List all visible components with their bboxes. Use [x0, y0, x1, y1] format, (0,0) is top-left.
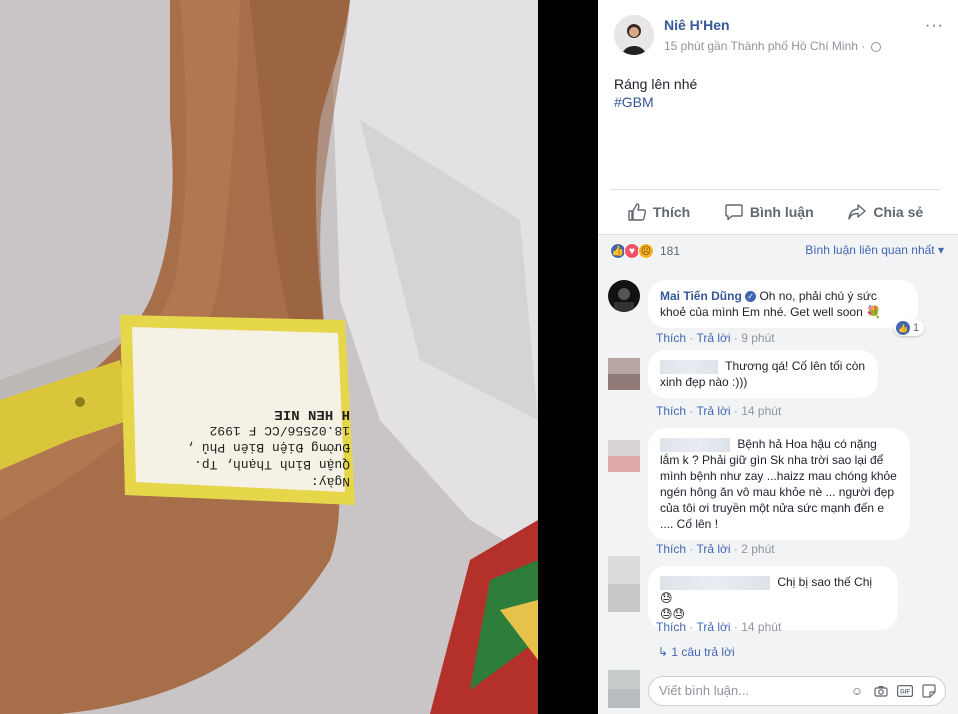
comment-composer: ☺ GIF	[608, 670, 948, 708]
verified-badge-icon: ✓	[745, 291, 757, 303]
post-photo[interactable]: Ngày: Quận Bình Thạnh, Tp. Đường Điện Bi…	[0, 0, 538, 714]
blurred-commenter-name	[660, 575, 770, 590]
post-caption: Ráng lên nhé	[614, 76, 698, 92]
current-user-avatar	[608, 670, 640, 708]
comment-like-link[interactable]: Thích	[656, 404, 686, 418]
band-line2: Đường Điện Biên Phủ ,	[186, 440, 350, 455]
like-button[interactable]: Thích	[627, 202, 690, 222]
photo-gutter	[538, 0, 598, 714]
comment-time[interactable]: 14 phút	[741, 404, 781, 418]
comment-label: Bình luận	[749, 204, 814, 220]
blurred-commenter-name	[660, 359, 718, 374]
comment-actions: Thích · Trả lời · 9 phút	[656, 331, 775, 345]
post-timestamp[interactable]: 15 phút gần Thành phố Hồ Chí Minh ·	[664, 39, 865, 53]
wristband-label: Ngày: Quận Bình Thạnh, Tp. Đường Điện Bi…	[150, 330, 350, 490]
band-line1: 18.02556/CC F 1992	[209, 423, 350, 438]
svg-text:GIF: GIF	[900, 690, 910, 696]
gif-icon[interactable]: GIF	[897, 683, 913, 699]
commenter-name[interactable]: Mai Tiến Dũng	[660, 289, 742, 303]
comment-emoji: 😓😓	[660, 607, 686, 621]
commenter-avatar[interactable]	[608, 358, 640, 390]
commenter-avatar[interactable]	[608, 556, 640, 612]
commenter-avatar[interactable]	[608, 440, 640, 472]
comment-actions: Thích · Trả lời · 14 phút	[656, 620, 782, 634]
composer-icons: ☺ GIF	[849, 683, 937, 699]
comment-bubble: Thương qá! Cố lên tối còn xinh đẹp nào :…	[648, 350, 878, 398]
sticker-icon[interactable]	[921, 683, 937, 699]
post-meta: 15 phút gần Thành phố Hồ Chí Minh ·	[664, 39, 881, 53]
comment-like-link[interactable]: Thích	[656, 620, 686, 634]
like-count: 1	[913, 322, 920, 334]
reaction-count: 181	[660, 244, 681, 258]
comment-time[interactable]: 14 phút	[741, 620, 781, 634]
more-options-icon[interactable]: ···	[925, 17, 944, 35]
comment-input-box[interactable]: ☺ GIF	[648, 676, 946, 706]
post-header: Niê H'Hen 15 phút gần Thành phố Hồ Chí M…	[614, 15, 944, 59]
post-panel: Niê H'Hen 15 phút gần Thành phố Hồ Chí M…	[598, 0, 958, 714]
author-name[interactable]: Niê H'Hen	[664, 17, 730, 33]
divider	[610, 189, 940, 190]
comment-input[interactable]	[659, 683, 839, 698]
comment-reply-link[interactable]: Trả lời	[696, 404, 730, 418]
comment-like-count[interactable]: 👍 1	[894, 320, 925, 336]
share-button[interactable]: Chia sẻ	[847, 202, 923, 222]
share-icon	[848, 204, 867, 220]
comment-reply-link[interactable]: Trả lời	[696, 331, 730, 345]
thumbs-up-icon: 👍	[896, 321, 910, 335]
author-avatar[interactable]	[614, 15, 654, 55]
comment-icon	[725, 204, 743, 221]
comment-bubble: Bệnh hả Hoa hậu có nặng lắm k ? Phải giữ…	[648, 428, 910, 540]
camera-icon[interactable]	[873, 683, 889, 699]
band-line3: Quận Bình Thạnh, Tp.	[193, 457, 350, 472]
comment-text: Bệnh hả Hoa hậu có nặng lắm k ? Phải giữ…	[660, 437, 897, 531]
sad-reaction-icon: ☹	[638, 243, 654, 259]
comment-like-link[interactable]: Thích	[656, 331, 686, 345]
comment-reply-link[interactable]: Trả lời	[696, 542, 730, 556]
band-date: Ngày:	[310, 474, 350, 489]
post-actions: Thích Bình luận Chia sẻ	[610, 196, 940, 228]
comment-sort-dropdown[interactable]: Bình luận liên quan nhất ▾	[805, 243, 944, 257]
comment-button[interactable]: Bình luận	[724, 202, 814, 222]
comment-like-link[interactable]: Thích	[656, 542, 686, 556]
comment-time[interactable]: 2 phút	[741, 542, 774, 556]
band-name: H HEN NIE	[274, 406, 350, 422]
view-replies-link[interactable]: ↳ 1 câu trả lời	[658, 645, 735, 659]
thumbs-up-icon	[628, 203, 646, 221]
like-label: Thích	[652, 204, 691, 220]
hashtag-link[interactable]: #GBM	[614, 93, 697, 111]
share-label: Chia sẻ	[873, 204, 924, 220]
comment-reply-link[interactable]: Trả lời	[696, 620, 730, 634]
comment-actions: Thích · Trả lời · 2 phút	[656, 542, 775, 556]
reaction-summary[interactable]: 👍 ♥ ☹ 181	[610, 243, 680, 259]
comment-bubble: Mai Tiến Dũng ✓ Oh no, phải chú ý sức kh…	[648, 280, 918, 328]
blurred-commenter-name	[660, 437, 730, 452]
post-body: Ráng lên nhé #GBM	[614, 75, 697, 111]
comment-time[interactable]: 9 phút	[741, 331, 774, 345]
emoji-icon[interactable]: ☺	[849, 683, 865, 699]
globe-icon	[870, 41, 881, 52]
commenter-avatar[interactable]	[608, 280, 640, 312]
comment-actions: Thích · Trả lời · 14 phút	[656, 404, 782, 418]
